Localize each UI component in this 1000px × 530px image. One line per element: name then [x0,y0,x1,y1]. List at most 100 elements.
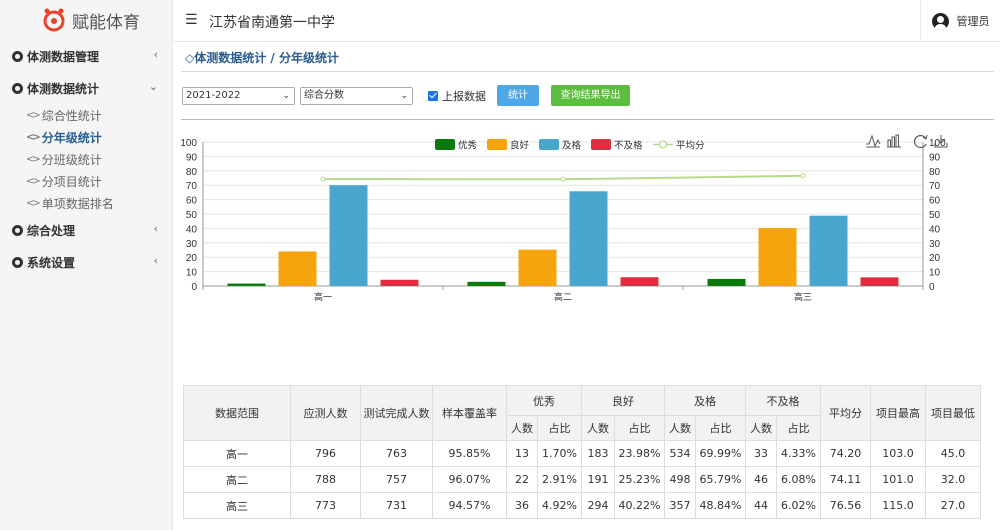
cell-fail-count: 33 [745,440,777,467]
user-name: 管理员 [956,15,990,28]
col-excellent-count: 人数 [506,415,538,441]
chevron-left-icon: ‹ [153,48,158,61]
y-tick-label: 90 [186,152,198,163]
bar-高一-不及格 [380,279,419,286]
legend-marker-平均分 [658,140,668,149]
cell-excellent-ratio: 2.91% [537,466,582,493]
score-type-select[interactable]: 综合分数 ⌄ [300,87,413,105]
cell-avg: 76.56 [820,492,871,519]
menu-bullet-icon [12,82,23,94]
chevron-down-icon: ⌄ [148,80,158,93]
report-data-checkbox[interactable]: 上报数据 [428,88,486,104]
menu-group-settings: 系统设置 ‹ [0,246,172,278]
cell-expected: 788 [290,466,361,493]
cell-fail-count: 46 [745,466,777,493]
diamond-icon: <> [26,153,41,165]
export-button[interactable]: 查询结果导出 [551,85,630,106]
bar-高二-不及格 [620,277,659,286]
table-row: 高三 773 731 94.57% 36 4.92% 294 40.22% 35… [183,492,981,519]
bar-高二-良好 [518,249,557,286]
col-fail: 不及格 [745,385,821,416]
cell-excellent-count: 22 [506,466,538,493]
app-logo[interactable]: 赋能体育 [0,0,172,40]
y2-tick-label: 50 [929,210,941,221]
y2-tick-label: 20 [929,253,941,264]
y-tick-label: 70 [186,181,198,192]
cell-pass-count: 534 [664,440,696,467]
y2-tick-label: 0 [929,282,935,293]
y-tick-label: 100 [180,138,197,149]
top-header: ☰ 江苏省南通第一中学 管理员 [173,0,1000,42]
bar-chart-icon[interactable] [887,134,901,148]
sidebar-item-overall-stats[interactable]: <> 综合性统计 [0,104,172,126]
sidebar-item-label: 综合性统计 [41,108,102,123]
cell-excellent-count: 36 [506,492,538,519]
chevron-down-icon: ⌄ [400,91,408,101]
cell-fail-ratio: 6.08% [776,466,821,493]
y2-tick-label: 40 [929,224,941,235]
sidebar-item-label: 分项目统计 [41,174,102,189]
chevron-left-icon: ‹ [153,254,158,267]
legend-label-及格: 及格 [562,140,582,152]
checkbox-label: 上报数据 [442,90,486,103]
menu-settings[interactable]: 系统设置 ‹ [0,246,172,278]
bar-高二-及格 [569,191,608,286]
menu-processing[interactable]: 综合处理 ‹ [0,214,172,246]
col-fail-ratio: 占比 [776,415,821,441]
cell-completed: 763 [360,440,433,467]
table-row: 高二 788 757 96.07% 22 2.91% 191 25.23% 49… [183,466,981,493]
sidebar-item-class-stats[interactable]: <> 分班级统计 [0,148,172,170]
diamond-icon: <> [26,131,41,143]
cell-pass-ratio: 48.84% [695,492,746,519]
sidebar-item-label: 单项数据排名 [41,196,114,211]
col-good-count: 人数 [581,415,615,441]
cell-excellent-count: 13 [506,440,538,467]
y2-tick-label: 30 [929,239,941,250]
legend-label-平均分: 平均分 [676,140,705,152]
y-tick-label: 10 [186,268,198,279]
diamond-icon: <> [26,109,41,121]
cell-range: 高一 [183,440,291,467]
menu-group-data-statistics: 体测数据统计 ⌄ <> 综合性统计 <> 分年级统计 <> 分班级统计 <> 分… [0,72,172,214]
app-name: 赋能体育 [72,12,140,33]
cell-completed: 757 [360,466,433,493]
bar-高一-良好 [278,251,317,286]
sidebar: 赋能体育 体测数据管理 ‹ 体测数据统计 ⌄ <> 综合性统计 <> 分年级统计… [0,0,173,530]
sidebar-item-item-stats[interactable]: <> 分项目统计 [0,170,172,192]
checkbox-checked-icon[interactable] [428,91,438,101]
menu-data-management[interactable]: 体测数据管理 ‹ [0,40,172,72]
school-name: 江苏省南通第一中学 [209,15,335,31]
cell-coverage: 94.57% [432,492,507,519]
cell-max: 101.0 [870,466,926,493]
stat-button[interactable]: 统计 [497,85,539,106]
cell-pass-count: 357 [664,492,696,519]
y2-tick-label: 10 [929,268,941,279]
col-range: 数据范围 [183,385,291,441]
menu-toggle-icon[interactable]: ☰ [185,12,198,28]
col-excellent: 优秀 [506,385,582,416]
refresh-icon[interactable] [913,134,928,149]
col-good-ratio: 占比 [614,415,665,441]
legend-swatch-优秀 [435,139,455,150]
y-tick-label: 50 [186,210,198,221]
menu-data-statistics[interactable]: 体测数据统计 ⌄ [0,72,172,104]
cell-max: 103.0 [870,440,926,467]
app-root: 赋能体育 体测数据管理 ‹ 体测数据统计 ⌄ <> 综合性统计 <> 分年级统计… [0,0,1000,530]
cell-fail-ratio: 4.33% [776,440,821,467]
year-select-value: 2021-2022 [186,90,241,101]
legend-swatch-及格 [539,139,559,150]
legend-label-不及格: 不及格 [614,140,643,152]
divider [181,71,994,72]
cell-avg: 74.20 [820,440,871,467]
legend-swatch-不及格 [591,139,611,150]
menu-group-data-management: 体测数据管理 ‹ [0,40,172,72]
cell-min: 32.0 [925,466,981,493]
bar-高一-及格 [329,185,368,286]
year-select[interactable]: 2021-2022 ⌄ [182,87,295,105]
sidebar-item-ranking[interactable]: <> 单项数据排名 [0,192,172,214]
chart-svg: 0 0 10 10 20 20 30 30 40 40 50 50 60 60 70 70 80 80 90 90 10… [180,134,948,302]
grade-stats-chart: 0 0 10 10 20 20 30 30 40 40 50 50 60 60 70 70 80 80 90 90 10… [173,131,1000,353]
user-menu[interactable]: 管理员 [920,0,1000,42]
y-tick-label: 0 [191,282,197,293]
sidebar-item-grade-stats[interactable]: <> 分年级统计 [0,126,172,148]
